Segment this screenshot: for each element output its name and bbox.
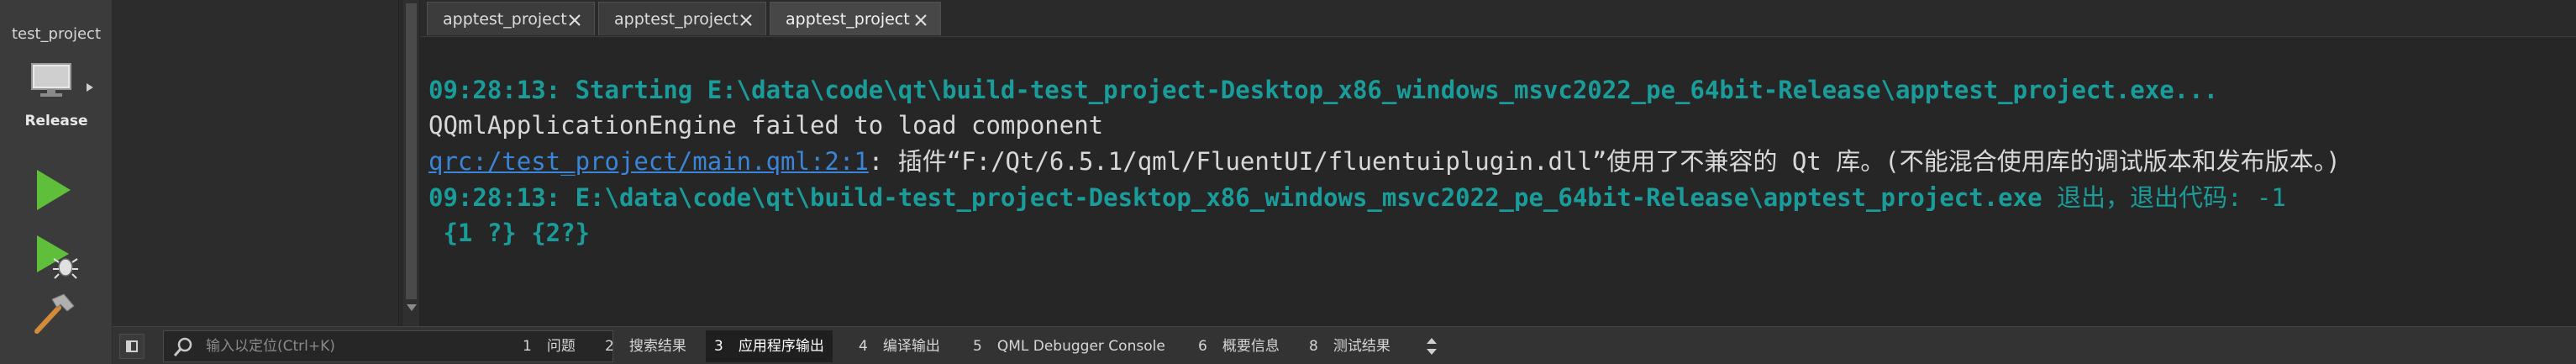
pane-number: 6 (1198, 338, 1207, 355)
pane-label: 搜索结果 (628, 338, 686, 355)
kit-name-label: test_project (11, 25, 102, 43)
pane-number: 5 (973, 338, 982, 355)
pane-label: QML Debugger Console (996, 338, 1165, 355)
output-line-args: {1 ?} {2?} (428, 219, 591, 247)
close-icon[interactable] (913, 13, 928, 28)
pane-label: 编译输出 (882, 338, 940, 355)
pane-number: 2 (605, 338, 614, 355)
pane-label: 问题 (546, 338, 576, 355)
plugin-error-text: : 插件“F:/Qt/6.5.1/qml/FluentUI/fluentuipl… (868, 147, 2341, 176)
status-bar: 输入以定位(Ctrl+K) 1 问题 2 搜索结果 3 应用程序输出 4 编译输出 5Q… (113, 326, 2576, 364)
pane-general-messages-button[interactable]: 6 概要信息 (1190, 330, 1288, 362)
close-icon[interactable] (567, 13, 582, 28)
output-line-plugin: qrc:/test_project/main.qml:2:1: 插件“F:/Qt… (428, 146, 2341, 177)
mode-bar: test_project Release (0, 0, 113, 364)
tab-apptest-project-1[interactable]: apptest_project (427, 2, 595, 35)
pane-label: 概要信息 (1222, 338, 1280, 355)
qt-creator-window: test_project Release apptest_project app… (0, 0, 2576, 364)
side-panel (113, 0, 399, 326)
toggle-sidebar-button[interactable] (119, 334, 145, 359)
pane-compile-output-button[interactable]: 4 编译输出 (850, 330, 949, 362)
pane-number: 4 (859, 338, 868, 355)
output-line-exit: 09:28:13: E:\data\code\qt\build-test_pro… (428, 182, 2286, 213)
debug-run-icon[interactable] (32, 232, 79, 281)
side-panel-scrollbar[interactable] (402, 0, 420, 326)
build-config-label: Release (24, 113, 88, 129)
pane-number: 1 (523, 338, 532, 355)
tab-label: apptest_project (443, 10, 567, 29)
target-selector-button[interactable] (25, 59, 93, 109)
chevron-right-icon (87, 83, 93, 92)
output-line-starting: 09:28:13: Starting E:\data\code\qt\build… (428, 76, 2219, 104)
output-line-error: QQmlApplicationEngine failed to load com… (428, 111, 1104, 140)
tab-apptest-project-2[interactable]: apptest_project (598, 2, 766, 35)
pane-label: 应用程序输出 (738, 338, 824, 355)
application-output-pane[interactable]: 09:28:13: Starting E:\data\code\qt\build… (420, 38, 2576, 326)
tab-label: apptest_project (786, 10, 910, 29)
run-icon[interactable] (32, 166, 74, 214)
pane-qml-debugger-console-button[interactable]: 5 QML Debugger Console (965, 330, 1174, 362)
pane-number: 3 (714, 338, 723, 355)
locator-placeholder: 输入以定位(Ctrl+K) (206, 338, 335, 355)
pane-application-output-button[interactable]: 3 应用程序输出 (706, 330, 833, 362)
monitor-icon (31, 63, 71, 97)
pane-switch-updown-icon[interactable] (1423, 334, 1440, 359)
scroll-down-arrow-icon[interactable] (407, 304, 417, 311)
pane-label: 测试结果 (1333, 338, 1391, 355)
close-icon[interactable] (739, 13, 754, 28)
exit-path-text: 09:28:13: E:\data\code\qt\build-test_pro… (428, 183, 2042, 212)
tab-label: apptest_project (614, 10, 739, 29)
pane-search-results-button[interactable]: 2 搜索结果 (597, 330, 695, 362)
qml-source-link[interactable]: qrc:/test_project/main.qml:2:1 (428, 147, 869, 176)
pane-issues-button[interactable]: 1 问题 (514, 330, 584, 362)
sidebar-toggle-icon (126, 340, 138, 352)
pane-test-results-button[interactable]: 8 测试结果 (1301, 330, 1399, 362)
output-tab-bar: apptest_project apptest_project apptest_… (420, 0, 2576, 37)
pane-number: 8 (1309, 338, 1318, 355)
exit-code-text: 退出，退出代码: -1 (2042, 183, 2286, 212)
search-icon (173, 337, 192, 356)
hammer-icon[interactable] (30, 293, 77, 336)
tab-apptest-project-3[interactable]: apptest_project (770, 2, 941, 35)
scrollbar-thumb[interactable] (406, 3, 417, 299)
